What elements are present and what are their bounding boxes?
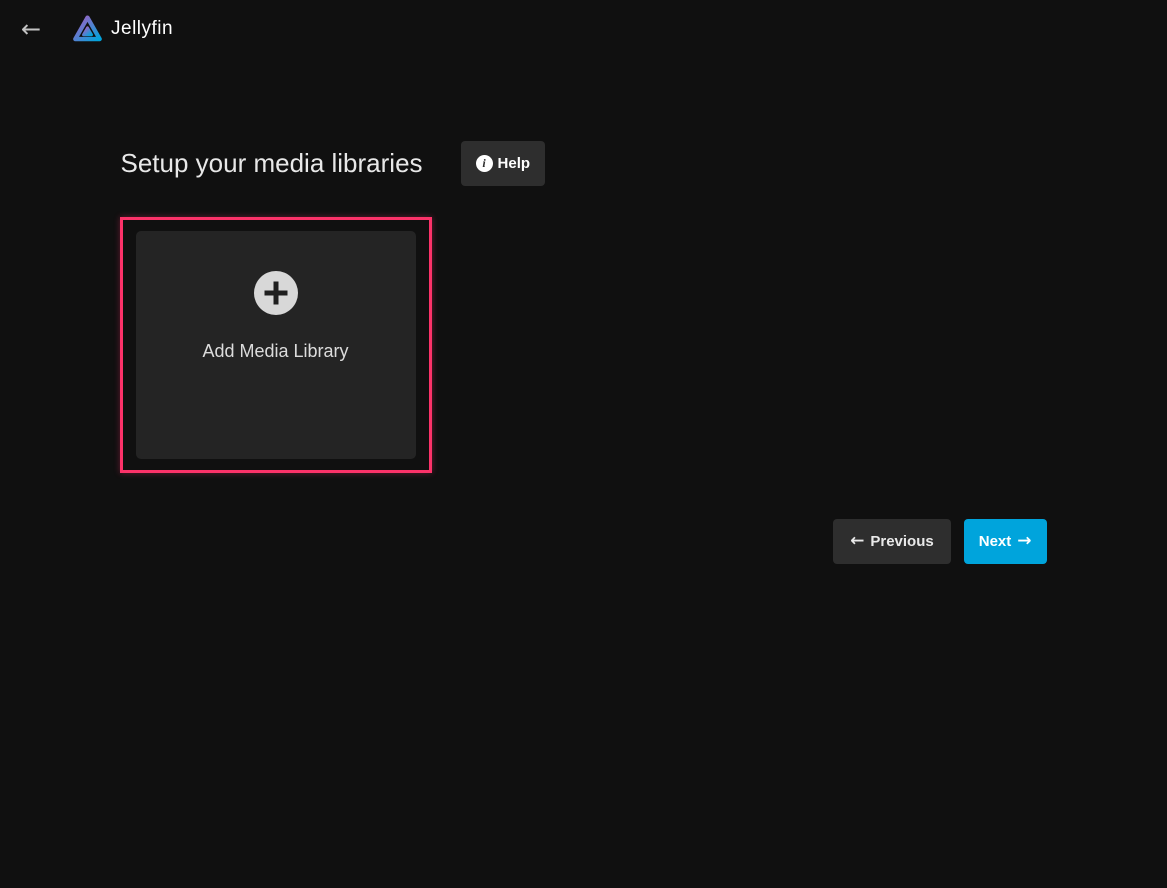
wizard-page: Setup your media libraries i Help Add Me… <box>121 140 1047 564</box>
next-button[interactable]: Next → <box>964 519 1047 564</box>
help-button-label: Help <box>498 155 531 172</box>
app-title: Jellyfin <box>111 18 173 40</box>
app-header: ← Jellyfin <box>0 0 1167 58</box>
back-button[interactable]: ← <box>13 11 49 47</box>
back-arrow-icon: ← <box>21 17 41 41</box>
wizard-nav: ← Previous Next → <box>121 519 1047 564</box>
arrow-left-icon: ← <box>850 533 864 550</box>
help-button[interactable]: i Help <box>461 141 546 186</box>
page-title: Setup your media libraries <box>121 148 423 179</box>
next-button-label: Next <box>979 533 1012 550</box>
plus-icon <box>254 271 298 315</box>
previous-button[interactable]: ← Previous <box>833 519 951 564</box>
heading-row: Setup your media libraries i Help <box>121 140 1047 186</box>
previous-button-label: Previous <box>870 533 933 550</box>
info-icon: i <box>476 155 493 172</box>
add-library-card-focus-ring: Add Media Library <box>120 217 432 473</box>
add-media-library-card[interactable]: Add Media Library <box>136 231 416 459</box>
brand: Jellyfin <box>71 13 173 46</box>
jellyfin-logo-icon <box>71 13 104 46</box>
add-library-card-label: Add Media Library <box>202 341 348 362</box>
arrow-right-icon: → <box>1017 533 1031 550</box>
